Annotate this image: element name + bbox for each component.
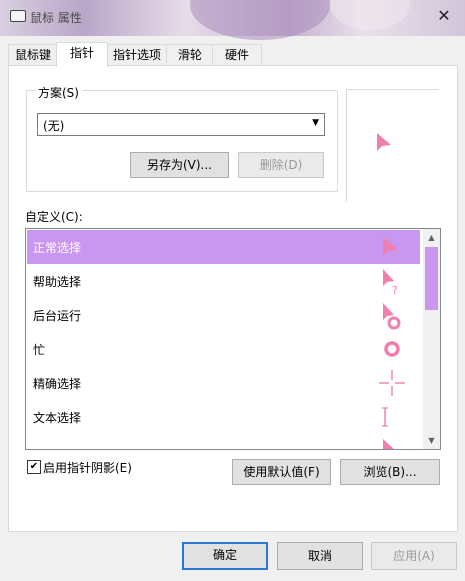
tab-buttons[interactable]: 鼠标键 <box>8 44 58 65</box>
use-default-button[interactable]: 使用默认值(F) <box>232 459 331 485</box>
list-item[interactable]: 文本选择 <box>27 400 420 434</box>
checkmark-icon: ✔ <box>29 461 39 472</box>
save-as-button[interactable]: 另存为(V)... <box>130 152 229 178</box>
scroll-down-icon[interactable]: ▼ <box>423 432 440 449</box>
tab-pointer-options[interactable]: 指针选项 <box>106 44 168 65</box>
list-item-label: 忙 <box>33 343 46 357</box>
list-item-label: 帮助选择 <box>33 275 82 289</box>
window-title: 鼠标 属性 <box>30 11 82 25</box>
tab-wheel[interactable]: 滑轮 <box>166 44 214 65</box>
mouse-window-icon <box>10 10 26 22</box>
close-icon: ✕ <box>437 6 451 25</box>
pointer-shadow-checkbox[interactable]: ✔ <box>27 460 41 474</box>
apply-button[interactable]: 应用(A) <box>371 542 457 570</box>
scheme-label: 方案(S) <box>35 84 82 101</box>
scheme-dropdown[interactable]: (无) ▼ <box>37 113 325 136</box>
list-item[interactable]: 精确选择 <box>27 366 420 400</box>
ok-button[interactable]: 确定 <box>182 542 268 570</box>
title-bar-decoration <box>330 0 410 30</box>
customize-label: 自定义(C): <box>25 210 83 224</box>
scroll-up-icon[interactable]: ▲ <box>423 229 440 246</box>
pointer-shadow-label: 启用指针阴影(E) <box>43 461 132 475</box>
busy-cursor-icon <box>384 341 400 357</box>
cancel-button[interactable]: 取消 <box>277 542 363 570</box>
scrollbar-thumb[interactable] <box>425 247 438 310</box>
list-item[interactable]: 正常选择 <box>27 230 420 264</box>
text-cursor-icon <box>382 407 388 427</box>
close-button[interactable]: ✕ <box>433 6 455 26</box>
list-item[interactable] <box>27 434 420 449</box>
crosshair-cursor-icon <box>379 370 405 396</box>
list-item-label: 后台运行 <box>33 309 82 323</box>
browse-button[interactable]: 浏览(B)... <box>340 459 440 485</box>
chevron-down-icon: ▼ <box>312 118 319 128</box>
title-bar-decoration <box>190 0 330 40</box>
list-item[interactable]: 后台运行 <box>27 298 420 332</box>
title-bar: 鼠标 属性 ✕ <box>0 0 465 40</box>
list-item-label: 正常选择 <box>33 241 82 255</box>
list-scrollbar[interactable]: ▲ ▼ <box>423 229 440 449</box>
list-item-label: 精确选择 <box>33 377 82 391</box>
arrow-cursor-icon <box>377 133 391 151</box>
cursor-list[interactable]: 正常选择 帮助选择 ? 后台运行 忙 精确选择 文本选择 ▲ ▼ <box>25 228 441 450</box>
list-item-label: 文本选择 <box>33 411 82 425</box>
pointers-panel: 方案(S) (无) ▼ 另存为(V)... 删除(D) 自定义(C): 正常选择… <box>8 65 458 532</box>
list-item[interactable]: 帮助选择 ? <box>27 264 420 298</box>
help-cursor-icon: ? <box>383 269 398 296</box>
working-cursor-icon <box>383 303 401 330</box>
scheme-selected-value: (无) <box>43 119 65 133</box>
delete-button[interactable]: 删除(D) <box>238 152 324 178</box>
cursor-preview <box>346 89 439 202</box>
arrow-cursor-icon <box>383 237 398 256</box>
tab-pointers[interactable]: 指针 <box>56 42 108 67</box>
list-item[interactable]: 忙 <box>27 332 420 366</box>
arrow-cursor-icon <box>383 439 394 449</box>
tab-hardware[interactable]: 硬件 <box>212 44 262 65</box>
svg-text:?: ? <box>392 284 398 296</box>
